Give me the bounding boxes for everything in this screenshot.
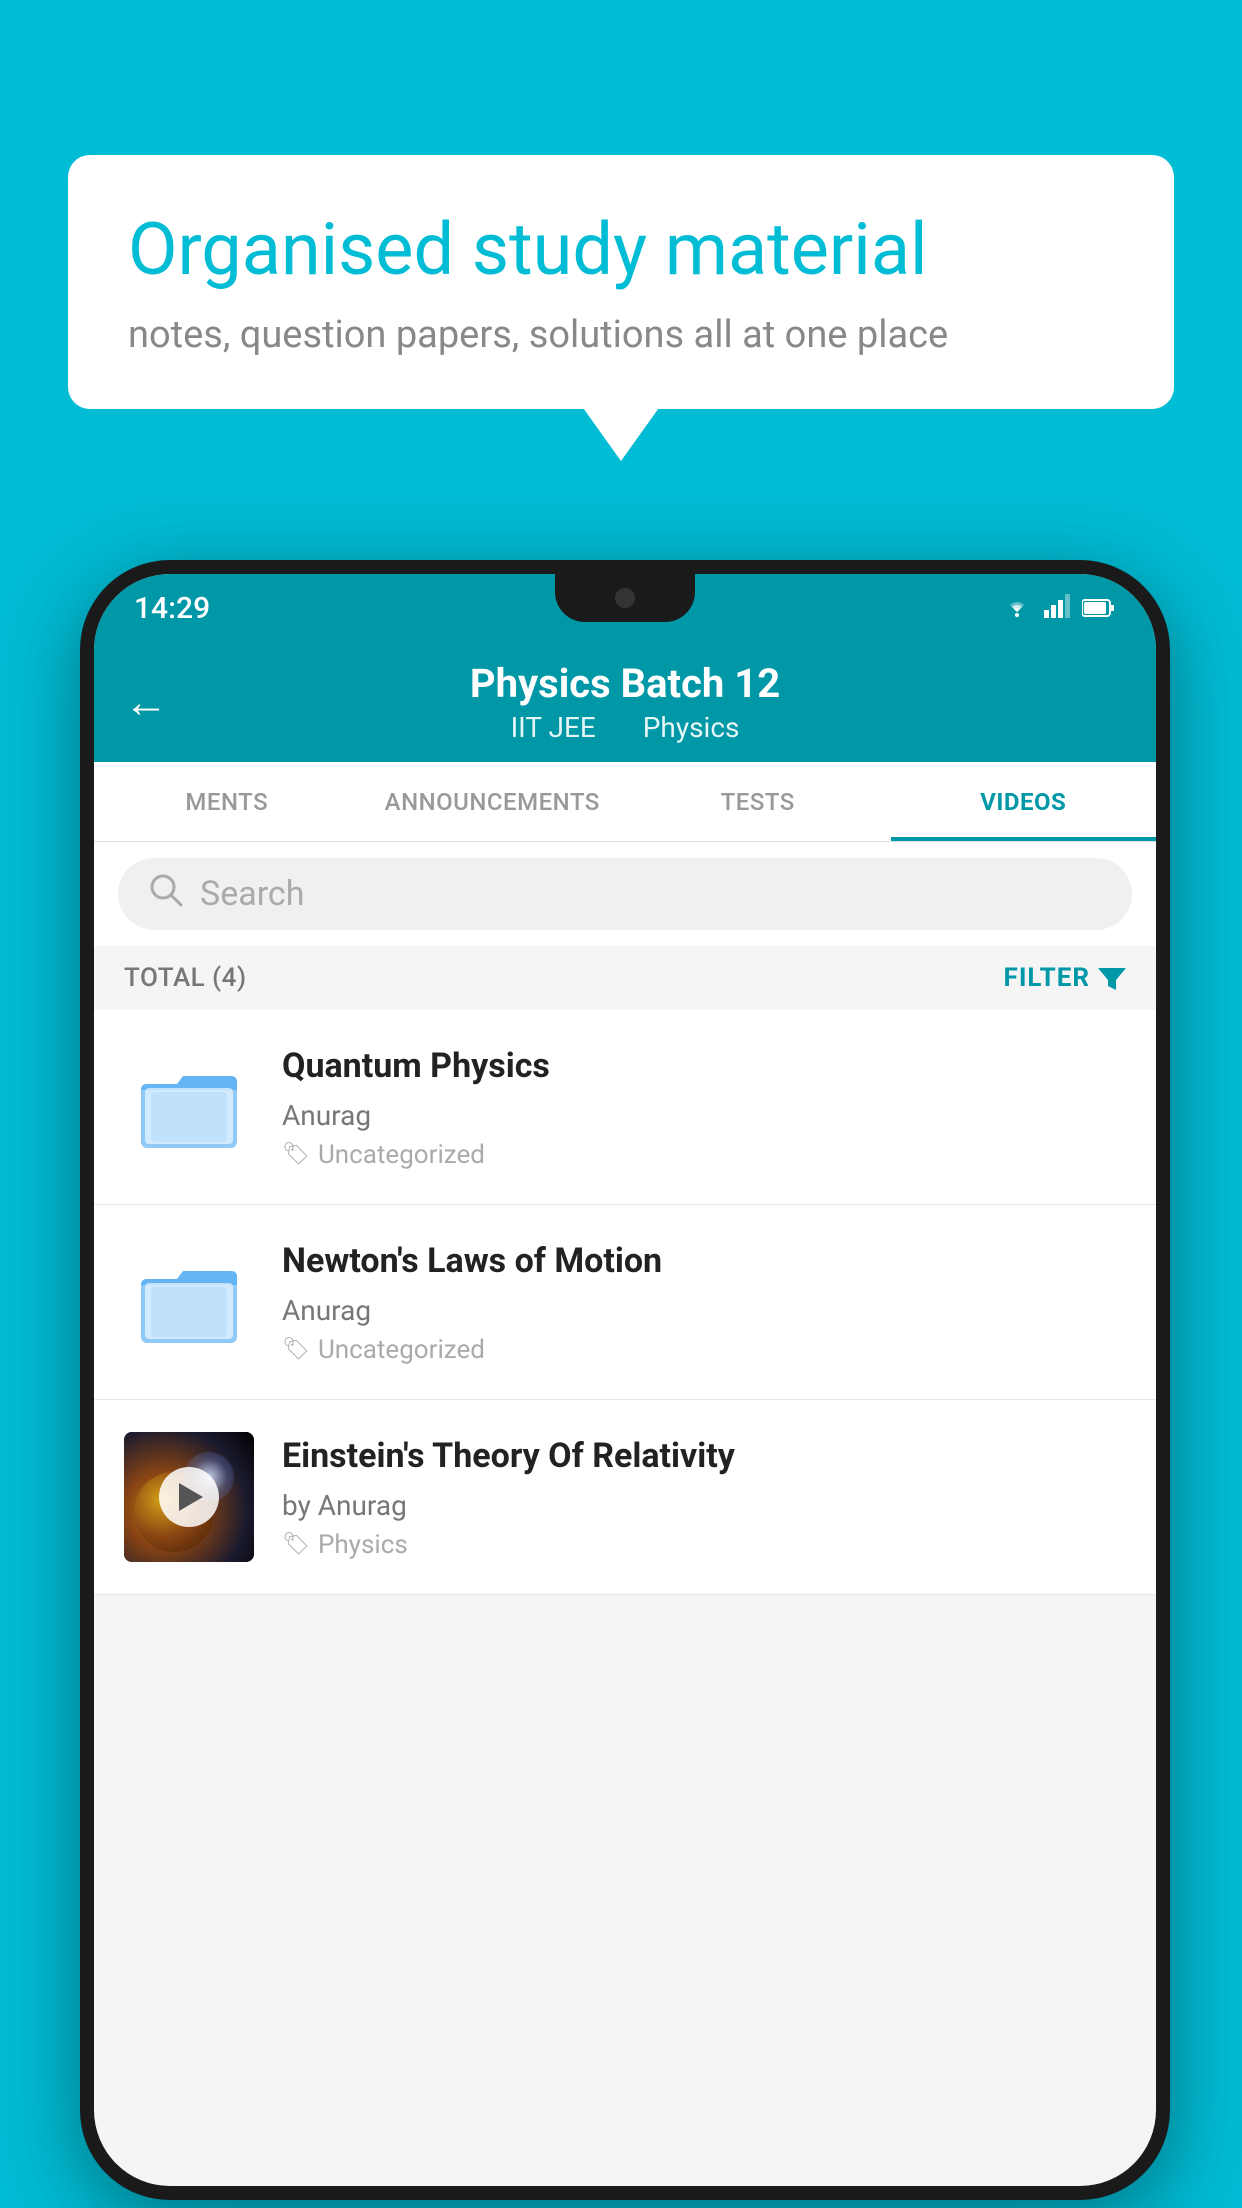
video-tag-2: 🏷 Uncategorized <box>282 1335 1126 1365</box>
tag-icon-3: 🏷 <box>282 1532 310 1557</box>
video-tag-label-1: Uncategorized <box>318 1140 485 1170</box>
filter-label: FILTER <box>1004 963 1090 993</box>
back-button[interactable]: ← <box>124 676 168 728</box>
video-info-2: Newton's Laws of Motion Anurag 🏷 Uncateg… <box>282 1239 1126 1364</box>
video-thumbnail-1 <box>124 1042 254 1172</box>
battery-icon <box>1082 592 1116 625</box>
search-icon <box>148 872 184 917</box>
tag-icon-1: 🏷 <box>282 1142 310 1167</box>
search-input-placeholder: Search <box>200 874 304 914</box>
status-bar: 14:29 <box>94 574 1156 642</box>
video-author-3: by Anurag <box>282 1489 1126 1522</box>
play-triangle-icon <box>179 1483 203 1511</box>
video-title-1: Quantum Physics <box>282 1044 1126 1088</box>
tab-videos[interactable]: VIDEOS <box>891 762 1157 841</box>
status-icons <box>1002 592 1116 625</box>
notch <box>555 574 695 622</box>
speech-bubble-wrapper: Organised study material notes, question… <box>68 155 1174 409</box>
tab-announcements[interactable]: ANNOUNCEMENTS <box>360 762 626 841</box>
camera-dot <box>615 588 635 608</box>
video-thumbnail-3 <box>124 1432 254 1562</box>
phone-inner: 14:29 <box>94 574 1156 2186</box>
video-author-2: Anurag <box>282 1294 1126 1327</box>
tab-ments[interactable]: MENTS <box>94 762 360 841</box>
status-time: 14:29 <box>134 591 210 626</box>
tag-icon-2: 🏷 <box>282 1337 310 1362</box>
phone-frame: 14:29 <box>80 560 1170 2200</box>
search-bar-wrapper: Search <box>94 842 1156 946</box>
header-tag1: IIT JEE <box>511 711 596 744</box>
search-bar[interactable]: Search <box>118 858 1132 930</box>
header-title: Physics Batch 12 <box>470 660 780 707</box>
video-list: Quantum Physics Anurag 🏷 Uncategorized <box>94 1010 1156 1595</box>
play-button-3[interactable] <box>159 1467 219 1527</box>
video-author-1: Anurag <box>282 1099 1126 1132</box>
video-thumbnail-2 <box>124 1237 254 1367</box>
video-title-3: Einstein's Theory Of Relativity <box>282 1434 1126 1478</box>
video-info-3: Einstein's Theory Of Relativity by Anura… <box>282 1434 1126 1559</box>
filter-bar: TOTAL (4) FILTER <box>94 946 1156 1010</box>
video-tag-1: 🏷 Uncategorized <box>282 1140 1126 1170</box>
folder-icon-1 <box>139 1062 239 1152</box>
bubble-subtitle: notes, question papers, solutions all at… <box>128 313 1114 357</box>
app-header: ← Physics Batch 12 IIT JEE Physics <box>94 642 1156 762</box>
wifi-icon <box>1002 592 1032 625</box>
video-tag-3: 🏷 Physics <box>282 1530 1126 1560</box>
video-info-1: Quantum Physics Anurag 🏷 Uncategorized <box>282 1044 1126 1169</box>
list-item[interactable]: Newton's Laws of Motion Anurag 🏷 Uncateg… <box>94 1205 1156 1400</box>
signal-icon <box>1044 592 1070 625</box>
tabs-container: MENTS ANNOUNCEMENTS TESTS VIDEOS <box>94 762 1156 842</box>
video-title-2: Newton's Laws of Motion <box>282 1239 1126 1283</box>
video-tag-label-3: Physics <box>318 1530 408 1560</box>
video-tag-label-2: Uncategorized <box>318 1335 485 1365</box>
header-subtitle: IIT JEE Physics <box>501 711 750 744</box>
folder-icon-2 <box>139 1257 239 1347</box>
filter-icon <box>1098 964 1126 992</box>
header-tag2: Physics <box>643 711 740 744</box>
speech-bubble: Organised study material notes, question… <box>68 155 1174 409</box>
filter-button[interactable]: FILTER <box>1004 963 1126 993</box>
list-item[interactable]: Einstein's Theory Of Relativity by Anura… <box>94 1400 1156 1595</box>
list-item[interactable]: Quantum Physics Anurag 🏷 Uncategorized <box>94 1010 1156 1205</box>
tab-tests[interactable]: TESTS <box>625 762 891 841</box>
bubble-title: Organised study material <box>128 207 1114 293</box>
total-count: TOTAL (4) <box>124 963 247 993</box>
